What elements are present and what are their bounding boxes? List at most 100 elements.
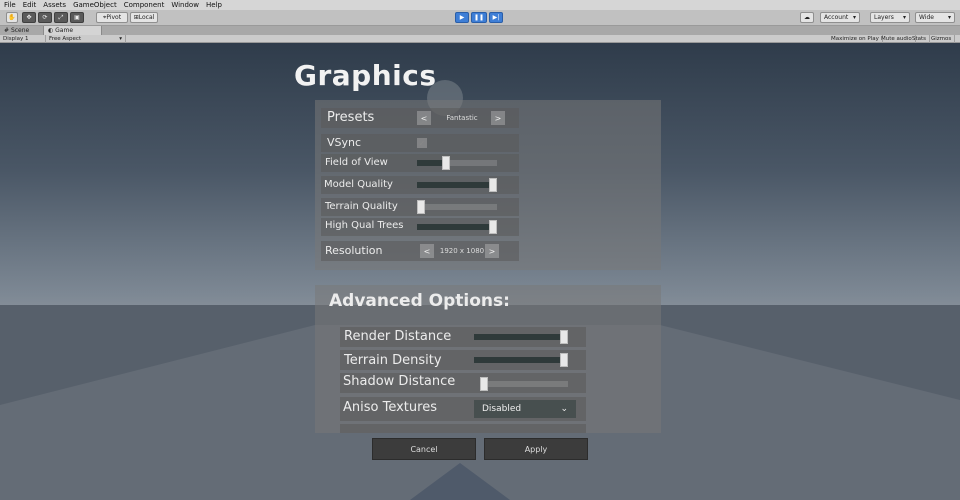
local-toggle[interactable]: ⊞ Local — [130, 12, 158, 23]
view-tabs: # Scene ◐ Game — [0, 26, 960, 35]
high-qual-trees-slider-handle[interactable] — [489, 220, 497, 234]
menu-help[interactable]: Help — [206, 1, 222, 9]
menu-window[interactable]: Window — [171, 1, 199, 9]
shadow-distance-label: Shadow Distance — [343, 374, 456, 389]
presets-row: Presets < Fantastic > — [321, 108, 519, 128]
maximize-on-play-toggle[interactable]: Maximize on Play — [828, 35, 883, 43]
menu-gameobject[interactable]: GameObject — [73, 1, 117, 9]
presets-label: Presets — [327, 110, 375, 125]
menu-component[interactable]: Component — [124, 1, 165, 9]
render-distance-slider-fill — [474, 334, 564, 340]
aspect-label: Free Aspect — [49, 36, 82, 42]
stats-toggle[interactable]: Stats — [909, 35, 931, 43]
play-button[interactable]: ▶ — [455, 12, 469, 23]
terrain-density-slider-handle[interactable] — [560, 353, 568, 367]
gizmos-label: Gizmos — [931, 36, 952, 42]
mute-label: Mute audio — [881, 36, 912, 42]
menu-file[interactable]: File — [4, 1, 16, 9]
display-label: Display 1 — [3, 36, 29, 42]
terrain-density-row: Terrain Density — [340, 350, 586, 370]
resolution-row: Resolution < 1920 x 1080 > — [321, 241, 519, 261]
cloud-icon: ☁ — [804, 14, 810, 21]
high-qual-trees-slider[interactable] — [417, 220, 497, 234]
play-icon: ▶ — [459, 14, 465, 21]
menu-bar: File Edit Assets GameObject Component Wi… — [0, 0, 960, 10]
model-quality-slider[interactable] — [417, 178, 497, 192]
apply-button[interactable]: Apply — [484, 438, 588, 460]
high-qual-trees-slider-fill — [417, 224, 493, 230]
vsync-checkbox[interactable]: ✓ — [417, 138, 427, 148]
chevron-down-icon: ▾ — [119, 36, 122, 42]
chevron-down-icon: ▾ — [947, 14, 951, 21]
layers-dropdown[interactable]: Layers ▾ — [870, 12, 910, 23]
cancel-button[interactable]: Cancel — [372, 438, 476, 460]
model-quality-label: Model Quality — [324, 179, 393, 190]
resolution-next-button[interactable]: > — [485, 244, 499, 258]
rotate-tool-button[interactable]: ⟳ — [38, 12, 52, 23]
scene-icon: # — [4, 27, 11, 34]
presets-value: Fantastic — [446, 114, 478, 122]
account-label: Account — [824, 14, 849, 21]
resolution-prev-button[interactable]: < — [420, 244, 434, 258]
terrain-quality-slider[interactable] — [417, 200, 497, 214]
presets-prev-button[interactable]: < — [417, 111, 431, 125]
rect-tool-button[interactable]: ▣ — [70, 12, 84, 23]
vsync-label: VSync — [327, 136, 362, 149]
terrain-density-slider[interactable] — [474, 353, 568, 367]
aniso-textures-value: Disabled — [482, 404, 522, 414]
resolution-label: Resolution — [325, 244, 383, 257]
render-distance-slider-handle[interactable] — [560, 330, 568, 344]
terrain-quality-slider-handle[interactable] — [417, 200, 425, 214]
scale-tool-button[interactable]: ⤢ — [54, 12, 68, 23]
step-button[interactable]: ▶| — [489, 12, 503, 23]
resolution-value: 1920 x 1080 — [439, 247, 485, 255]
model-quality-row: Model Quality — [321, 176, 519, 194]
bottom-marker-shape — [410, 463, 510, 500]
presets-next-button[interactable]: > — [491, 111, 505, 125]
chevron-down-icon: ▾ — [852, 14, 856, 21]
pivot-label: Pivot — [106, 14, 122, 21]
layout-dropdown[interactable]: Wide ▾ — [915, 12, 955, 23]
terrain-quality-label: Terrain Quality — [325, 201, 398, 212]
next-option-row-partial — [340, 424, 586, 433]
shadow-distance-slider-handle[interactable] — [480, 377, 488, 391]
pivot-toggle[interactable]: ⌖ Pivot — [96, 12, 128, 23]
game-view-bar: Display 1 Free Aspect ▾ Maximize on Play … — [0, 35, 960, 43]
menu-edit[interactable]: Edit — [23, 1, 37, 9]
high-qual-trees-row: High Qual Trees — [321, 218, 519, 236]
move-tool-button[interactable]: ✥ — [22, 12, 36, 23]
tab-scene[interactable]: # Scene — [0, 26, 44, 35]
shadow-distance-slider[interactable] — [480, 377, 568, 391]
shadow-distance-row: Shadow Distance — [340, 373, 586, 393]
graphics-settings-panel: Presets < Fantastic > VSync ✓ Field of V… — [315, 100, 661, 270]
chevron-down-icon: ▾ — [902, 14, 906, 21]
hand-tool-button[interactable]: ✋ — [6, 12, 18, 23]
maximize-label: Maximize on Play — [831, 36, 879, 42]
model-quality-slider-handle[interactable] — [489, 178, 497, 192]
gizmos-dropdown[interactable]: Gizmos — [928, 35, 956, 43]
render-distance-slider[interactable] — [474, 330, 568, 344]
tab-game[interactable]: ◐ Game — [44, 26, 102, 35]
fov-slider-handle[interactable] — [442, 156, 450, 170]
hand-icon: ✋ — [8, 14, 16, 21]
fov-row: Field of View — [321, 154, 519, 172]
pause-button[interactable]: ❚❚ — [471, 12, 487, 23]
aniso-textures-dropdown[interactable]: Disabled ⌄ — [474, 400, 576, 418]
layout-label: Wide — [919, 14, 934, 21]
menu-assets[interactable]: Assets — [43, 1, 66, 9]
terrain-density-label: Terrain Density — [344, 353, 442, 368]
local-label: Local — [138, 14, 155, 21]
account-dropdown[interactable]: Account ▾ — [820, 12, 860, 23]
tab-game-label: Game — [55, 27, 74, 34]
rotate-icon: ⟳ — [42, 14, 48, 21]
terrain-density-slider-fill — [474, 357, 564, 363]
terrain-quality-row: Terrain Quality — [321, 198, 519, 216]
game-icon: ◐ — [48, 27, 56, 34]
chevron-down-icon: ⌄ — [560, 404, 568, 414]
aspect-dropdown[interactable]: Free Aspect ▾ — [46, 35, 126, 43]
aniso-textures-row: Aniso Textures Disabled ⌄ — [340, 397, 586, 421]
fov-slider[interactable] — [417, 156, 497, 170]
advanced-options-panel[interactable]: Advanced Options: Render Distance Terrai… — [315, 285, 661, 433]
display-dropdown[interactable]: Display 1 — [0, 35, 46, 43]
cloud-button[interactable]: ☁ — [800, 12, 814, 23]
